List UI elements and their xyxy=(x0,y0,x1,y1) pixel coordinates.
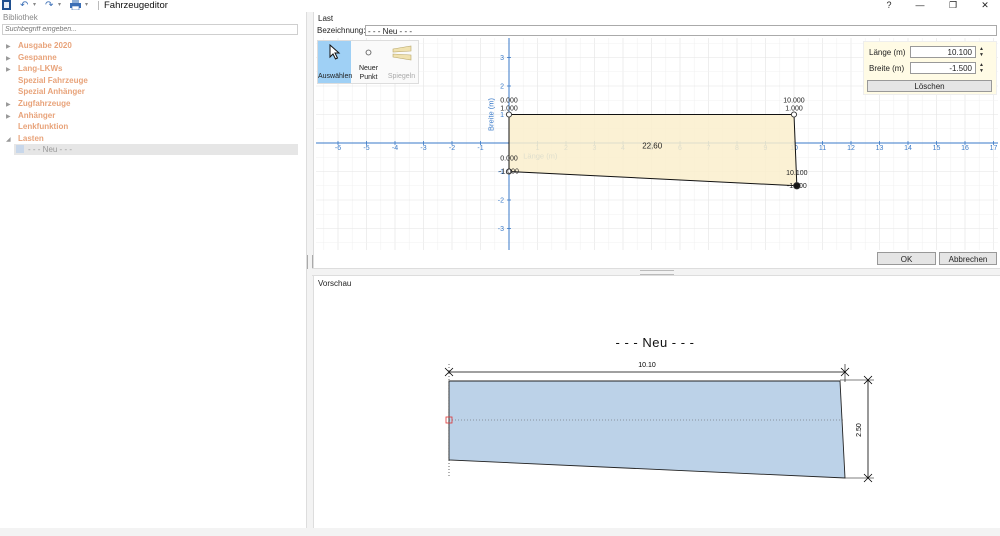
section-title: Last xyxy=(318,14,334,23)
x-tick-label: -4 xyxy=(392,145,398,152)
close-button[interactable]: ✕ xyxy=(970,0,1000,11)
redo-icon[interactable]: ↷ xyxy=(45,0,53,11)
width-input[interactable]: -1.500 xyxy=(910,62,976,74)
vertex-y-label: -1.500 xyxy=(787,183,807,190)
vertex-x-label: 0.000 xyxy=(500,98,518,105)
point-icon xyxy=(365,49,372,56)
y-tick-label: 1 xyxy=(500,112,504,119)
x-tick-label: 14 xyxy=(904,145,912,152)
title-separator xyxy=(98,1,99,10)
x-tick-label: 17 xyxy=(990,145,998,152)
print-dropdown-icon[interactable]: ▾ xyxy=(85,0,88,11)
splitter-grip-icon[interactable] xyxy=(640,270,674,275)
tree-item-lenkfunktion[interactable]: Lenkfunktion xyxy=(6,121,68,132)
restore-button[interactable]: ❐ xyxy=(938,0,968,11)
area-label: 22.60 xyxy=(642,142,663,151)
x-tick-label: 13 xyxy=(876,145,884,152)
preview-load-shape xyxy=(448,380,846,479)
help-button[interactable]: ? xyxy=(874,0,904,11)
vertex-x-label: 0.000 xyxy=(500,156,518,163)
preview-label: Vorschau xyxy=(318,279,352,288)
y-tick-label: -2 xyxy=(498,198,504,205)
tree-item-lasten[interactable]: ◢ Lasten xyxy=(6,133,44,144)
new-point-tool-button[interactable]: Neuer Punkt xyxy=(352,41,385,83)
x-tick-label: 15 xyxy=(933,145,941,152)
undo-dropdown-icon[interactable]: ▾ xyxy=(33,0,36,11)
mirror-icon xyxy=(392,45,412,61)
y-tick-label: -3 xyxy=(498,226,504,233)
x-tick-label: -5 xyxy=(363,145,369,152)
mirror-tool-button[interactable]: Spiegeln xyxy=(385,41,418,83)
width-dimension-text: 2.50 xyxy=(856,423,863,437)
length-label: Länge (m) xyxy=(869,48,906,57)
delete-button[interactable]: Löschen xyxy=(867,80,992,92)
vertex-x-label: 10.000 xyxy=(783,98,805,105)
preview-title: - - - Neu - - - xyxy=(615,335,695,350)
dimension-panel: Länge (m) 10.100 ▲ ▼ Breite (m) -1.500 ▲ ▼… xyxy=(863,41,997,95)
width-spinner[interactable]: ▲ ▼ xyxy=(977,62,986,74)
x-tick-label: -3 xyxy=(420,145,426,152)
length-spinner[interactable]: ▲ ▼ xyxy=(977,46,986,58)
tree-item-anhaenger[interactable]: ▶ Anhänger xyxy=(6,110,55,121)
designation-label: Bezeichnung: xyxy=(317,26,366,35)
status-strip xyxy=(0,528,1000,536)
vertex-y-label: -1.000 xyxy=(499,169,519,176)
load-icon xyxy=(16,145,24,153)
minimize-button[interactable]: — xyxy=(905,0,935,11)
vertex-handle[interactable] xyxy=(505,111,513,118)
width-label: Breite (m) xyxy=(869,64,905,73)
title-bar: ↶ ▾ ↷ ▾ ▾ Fahrzeugeditor ? — ❐ ✕ xyxy=(0,0,1000,11)
cursor-icon xyxy=(329,44,341,60)
x-tick-label: 16 xyxy=(961,145,969,152)
tree-item-ausgabe-2020[interactable]: ▶ Ausgabe 2020 xyxy=(6,40,72,51)
cancel-button[interactable]: Abbrechen xyxy=(939,252,997,265)
x-tick-label: 11 xyxy=(819,145,826,152)
vertex-y-label: 1.000 xyxy=(785,106,803,113)
splitter-grip-icon[interactable] xyxy=(307,255,313,269)
y-tick-label: 2 xyxy=(500,84,504,91)
length-input[interactable]: 10.100 xyxy=(910,46,976,58)
y-axis-label: Breite (m) xyxy=(486,98,495,131)
spin-down-icon[interactable]: ▼ xyxy=(977,52,986,58)
tree-item-gespanne[interactable]: ▶ Gespanne xyxy=(6,52,57,63)
length-dimension-text: 10.10 xyxy=(638,362,656,369)
tree-item-lang-lkws[interactable]: ▶ Lang-LKWs xyxy=(6,63,62,74)
ok-button[interactable]: OK xyxy=(877,252,936,265)
library-header: Bibliothek xyxy=(3,13,38,22)
window-title: Fahrzeugeditor xyxy=(104,0,168,11)
x-tick-label: -2 xyxy=(449,145,455,152)
vertex-x-label: 10.100 xyxy=(786,170,808,177)
redo-dropdown-icon[interactable]: ▾ xyxy=(58,0,61,11)
tree-item-selected[interactable]: - - - Neu - - - xyxy=(14,144,298,155)
spin-down-icon[interactable]: ▼ xyxy=(977,68,986,74)
select-tool-button[interactable]: Auswählen xyxy=(318,41,352,83)
x-tick-label: -6 xyxy=(335,145,341,152)
shape-toolbar: Auswählen Neuer Punkt Spiegeln xyxy=(317,40,419,84)
tree-item-spezial-anhaenger[interactable]: Spezial Anhänger xyxy=(6,86,85,97)
undo-icon[interactable]: ↶ xyxy=(20,0,28,11)
tree-item-zugfahrzeuge[interactable]: ▶ Zugfahrzeuge xyxy=(6,98,70,109)
library-search-input[interactable] xyxy=(2,24,298,35)
vertex-handle[interactable] xyxy=(790,111,798,118)
preview-drawing: 10.10 2.50 xyxy=(444,362,874,483)
x-tick-label: -1 xyxy=(477,145,483,152)
x-tick-label: 12 xyxy=(847,145,855,152)
designation-input[interactable]: - - - Neu - - - xyxy=(365,25,997,36)
vertex-y-label: 1.000 xyxy=(500,106,518,113)
tree-item-spezial-fahrzeuge[interactable]: Spezial Fahrzeuge xyxy=(6,75,88,86)
y-tick-label: 3 xyxy=(500,55,504,62)
